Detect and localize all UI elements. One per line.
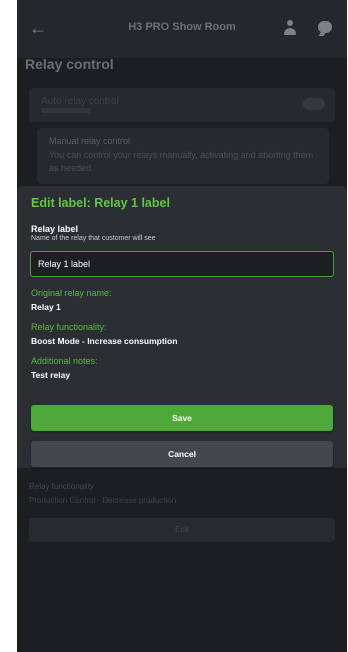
app-header: ← H3 PRO Show Room [17, 0, 347, 58]
modal-title: Edit label: Relay 1 label [31, 196, 170, 210]
notes-value: Test relay [31, 370, 71, 380]
functionality-value: Boost Mode - Increase consumption [31, 336, 178, 346]
auto-relay-toggle[interactable] [303, 98, 325, 110]
user-icon-head [287, 20, 293, 26]
manual-relay-card: Manual relay control You can control you… [37, 128, 329, 184]
notes-key: Additional notes: [31, 356, 98, 366]
original-name-value: Relay 1 [31, 302, 61, 312]
phone-screen: ← H3 PRO Show Room Relay control Auto re… [17, 0, 347, 652]
auto-relay-card: Auto relay control [29, 88, 335, 122]
back-arrow-icon[interactable]: ← [29, 18, 47, 39]
auto-relay-label: Auto relay control [41, 96, 119, 107]
user-icon[interactable] [283, 18, 297, 38]
auto-relay-sublabel [41, 108, 91, 113]
edit-button[interactable]: Edit [29, 518, 335, 542]
relay-functionality-value: Production Control - Decrease production [29, 496, 177, 505]
save-button[interactable]: Save [31, 405, 333, 431]
manual-relay-label: Manual relay control [49, 136, 131, 146]
relay-label-field-label: Relay label [31, 224, 79, 234]
chat-icon[interactable] [318, 21, 332, 33]
relay-label-input[interactable] [30, 251, 334, 277]
user-icon-body [284, 28, 296, 35]
manual-relay-description: You can control your relays manually, ac… [49, 150, 314, 173]
edit-label-modal: Edit label: Relay 1 label Relay label Na… [17, 186, 347, 468]
header-title: H3 PRO Show Room [128, 21, 236, 33]
relay-label-hint: Name of the relay that customer will see [31, 235, 156, 242]
cancel-button[interactable]: Cancel [31, 441, 333, 467]
page-title: Relay control [25, 56, 114, 72]
relay-functionality-key: Relay functionality [29, 482, 94, 491]
functionality-key: Relay functionality: [31, 322, 107, 332]
original-name-key: Original relay name: [31, 288, 112, 298]
